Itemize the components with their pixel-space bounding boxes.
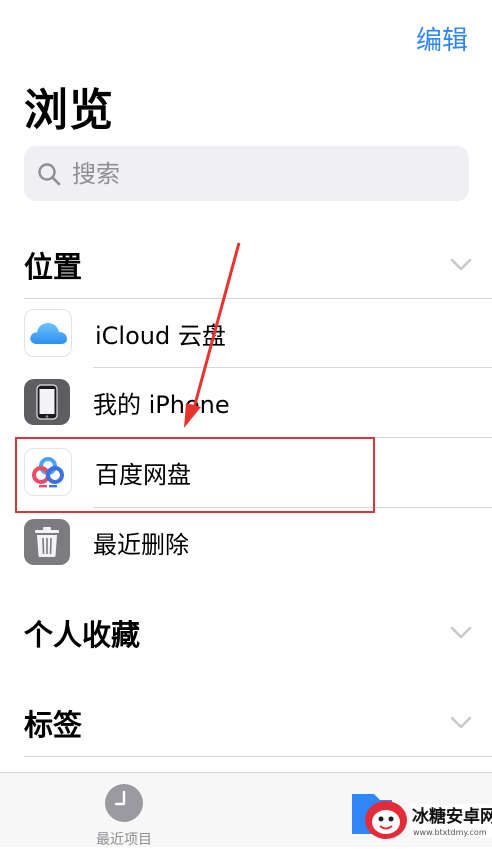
- divider: [24, 756, 492, 757]
- chevron-down-icon[interactable]: [450, 716, 472, 730]
- section-title: 个人收藏: [24, 618, 141, 652]
- section-favorites-header[interactable]: 个人收藏: [24, 608, 492, 658]
- tab-recent-label: 最近项目: [96, 832, 152, 848]
- tab-recent[interactable]: 最近项目: [92, 783, 156, 849]
- chevron-down-icon[interactable]: [450, 626, 472, 640]
- clock-icon: [105, 784, 143, 822]
- svg-text:冰糖安卓网: 冰糖安卓网: [412, 806, 492, 827]
- watermark-logo: 冰糖安卓网 www.btxtdmy.com: [352, 794, 492, 839]
- svg-text:www.btxtdmy.com: www.btxtdmy.com: [413, 828, 487, 837]
- section-title: 标签: [24, 708, 83, 742]
- section-tags-header[interactable]: 标签: [24, 698, 492, 748]
